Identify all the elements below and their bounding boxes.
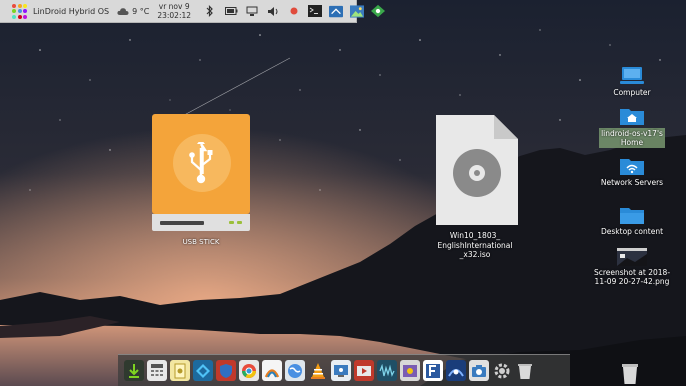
cloud-icon bbox=[117, 7, 129, 15]
network-folder-icon bbox=[620, 159, 644, 175]
screenshot-label-line2: 11-09 20-27-42.png bbox=[594, 277, 670, 286]
desktop-icon-home[interactable]: lindroid-os-v17's Home bbox=[592, 106, 672, 148]
shutter-icon[interactable] bbox=[446, 360, 466, 381]
image-viewer-icon[interactable] bbox=[350, 4, 365, 18]
security-icon[interactable] bbox=[216, 360, 236, 381]
terminal-icon[interactable] bbox=[308, 4, 323, 18]
iso-file[interactable]: Win10_1803_ EnglishInternational _x32.is… bbox=[425, 113, 525, 260]
tuxpaint-icon[interactable] bbox=[262, 360, 282, 381]
image-editor-icon[interactable] bbox=[400, 360, 420, 381]
weather-widget[interactable]: 9 °C bbox=[117, 7, 149, 16]
computer-icon bbox=[620, 67, 644, 84]
battery-icon[interactable] bbox=[224, 4, 238, 18]
iso-file-label-line2: EnglishInternational bbox=[437, 240, 513, 250]
usb-drive-base bbox=[152, 214, 250, 231]
os-name-label[interactable]: LinDroid Hybrid OS bbox=[33, 7, 109, 16]
home-label-line2: Home bbox=[620, 138, 644, 147]
home-label: lindroid-os-v17's Home bbox=[599, 128, 665, 148]
screen-icon[interactable] bbox=[329, 4, 344, 18]
volume-icon[interactable] bbox=[266, 4, 280, 18]
vlc-icon[interactable] bbox=[308, 360, 328, 381]
bluetooth-icon[interactable] bbox=[203, 4, 217, 18]
desktop-content-label: Desktop content bbox=[600, 227, 664, 236]
globe-icon[interactable] bbox=[285, 360, 305, 381]
network-servers-label: Network Servers bbox=[600, 178, 664, 187]
notes-icon[interactable] bbox=[170, 360, 190, 381]
calculator-icon[interactable] bbox=[147, 360, 167, 381]
top-panel: LinDroid Hybrid OS 9 °C vr nov 9 23:02:1… bbox=[0, 0, 386, 23]
chrome-icon[interactable] bbox=[239, 360, 259, 381]
iso-file-label-line1: Win10_1803_ bbox=[449, 231, 501, 240]
font-icon[interactable] bbox=[423, 360, 443, 381]
usb-drive-icon bbox=[152, 114, 250, 214]
app-menu-icon[interactable] bbox=[12, 3, 27, 19]
temperature-label: 9 °C bbox=[132, 6, 150, 16]
network-icon[interactable] bbox=[245, 4, 259, 18]
desktop-icon-network[interactable]: Network Servers bbox=[592, 156, 672, 187]
iso-file-label-line3: _x32.iso bbox=[459, 250, 491, 259]
date-label: vr nov 9 bbox=[158, 2, 190, 11]
usb-stick-label: USB STICK bbox=[182, 238, 220, 246]
disc-image-icon bbox=[436, 115, 518, 225]
camera-icon[interactable] bbox=[469, 360, 489, 381]
desktop-icon-computer[interactable]: Computer bbox=[592, 66, 672, 97]
desktop-icon-desktop-content[interactable]: Desktop content bbox=[592, 205, 672, 236]
desktop-wallpaper bbox=[0, 0, 686, 386]
video-icon[interactable] bbox=[354, 360, 374, 381]
screenshot-label-line1: Screenshot at 2018- bbox=[593, 268, 671, 277]
dock bbox=[118, 354, 570, 386]
desktop-icon-screenshot[interactable]: Screenshot at 2018- 11-09 20-27-42.png bbox=[592, 248, 672, 286]
network-manager-icon[interactable] bbox=[371, 4, 386, 18]
computer-label: Computer bbox=[613, 88, 651, 97]
settings-icon[interactable] bbox=[492, 360, 512, 381]
time-label: 23:02:12 bbox=[157, 11, 192, 20]
image-thumbnail-icon bbox=[617, 248, 647, 266]
folder-icon bbox=[620, 208, 644, 224]
waves-icon[interactable] bbox=[377, 360, 397, 381]
usb-stick-drive[interactable]: USB STICK bbox=[150, 114, 252, 246]
clock-widget[interactable]: vr nov 9 23:02:12 bbox=[157, 2, 191, 20]
trash-icon[interactable] bbox=[515, 360, 535, 381]
android-icon[interactable] bbox=[124, 360, 144, 381]
screenshot-icon[interactable] bbox=[331, 360, 351, 381]
desktop-trash-icon[interactable] bbox=[620, 362, 640, 384]
home-label-line1: lindroid-os-v17's bbox=[601, 129, 663, 138]
system-tray bbox=[203, 4, 386, 18]
record-icon[interactable] bbox=[287, 4, 301, 18]
kodi-icon[interactable] bbox=[193, 360, 213, 381]
home-folder-icon bbox=[620, 109, 644, 125]
